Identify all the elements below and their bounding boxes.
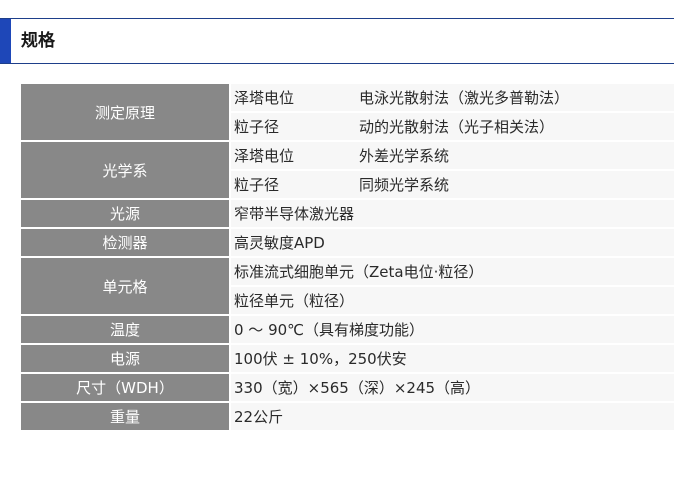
table-row: 光源 窄带半导体激光器 (21, 200, 674, 229)
spec-value: 100伏 ± 10%，250伏安 (229, 345, 674, 374)
spec-sublabel: 粒子径 (229, 171, 356, 200)
spec-sublabel: 泽塔电位 (229, 142, 356, 171)
section-header: 规格 (0, 18, 674, 64)
spec-label-optics: 光学系 (21, 142, 229, 200)
table-row: 电源 100伏 ± 10%，250伏安 (21, 345, 674, 374)
table-row: 单元格 标准流式细胞单元（Zeta电位·粒径） (21, 258, 674, 316)
table-row: 检测器 高灵敏度APD (21, 229, 674, 258)
spec-value: 粒径单元（粒径） (229, 287, 674, 316)
spec-label-light-source: 光源 (21, 200, 229, 229)
spec-value: 标准流式细胞单元（Zeta电位·粒径） (229, 258, 674, 287)
spec-sublabel: 泽塔电位 (229, 84, 356, 113)
spec-value: 0 ～ 90℃（具有梯度功能） (229, 316, 674, 345)
spec-label-cell: 单元格 (21, 258, 229, 316)
spec-sublabel: 粒子径 (229, 113, 356, 142)
spec-label-temperature: 温度 (21, 316, 229, 345)
spec-value: 外差光学系统 (356, 142, 674, 171)
spec-value: 高灵敏度APD (229, 229, 674, 258)
table-row: 光学系 泽塔电位 外差光学系统 (21, 142, 674, 200)
spec-table: 测定原理 泽塔电位 电泳光散射法（激光多普勒法） 粒子径 动的光散射法（光子相关… (21, 84, 674, 432)
spec-label-detector: 检测器 (21, 229, 229, 258)
table-row: 尺寸（WDH） 330（宽）×565（深）×245（高） (21, 374, 674, 403)
spec-value: 同频光学系统 (356, 171, 674, 200)
header-accent-bar (0, 19, 11, 63)
spec-label-dimensions: 尺寸（WDH） (21, 374, 229, 403)
spec-value: 电泳光散射法（激光多普勒法） (356, 84, 674, 113)
spec-value: 330（宽）×565（深）×245（高） (229, 374, 674, 403)
table-row: 测定原理 泽塔电位 电泳光散射法（激光多普勒法） (21, 84, 674, 142)
table-row: 温度 0 ～ 90℃（具有梯度功能） (21, 316, 674, 345)
spec-value: 窄带半导体激光器 (229, 200, 674, 229)
spec-label-weight: 重量 (21, 403, 229, 432)
section-title: 规格 (21, 31, 55, 51)
spec-value: 22公斤 (229, 403, 674, 432)
spec-label-principle: 测定原理 (21, 84, 229, 142)
spec-label-power: 电源 (21, 345, 229, 374)
spec-value: 动的光散射法（光子相关法） (356, 113, 674, 142)
table-row: 重量 22公斤 (21, 403, 674, 432)
